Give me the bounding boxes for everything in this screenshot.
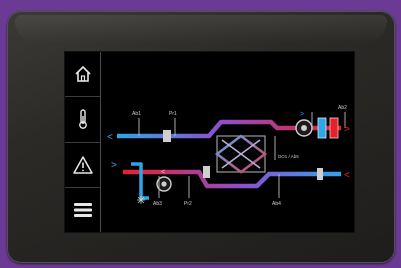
bypass-duct bbox=[131, 162, 149, 200]
bypass-label: DO1 / Ab5 bbox=[278, 154, 299, 159]
home-icon bbox=[74, 65, 91, 82]
cooling-coil[interactable] bbox=[317, 117, 327, 139]
exhaust-damper[interactable] bbox=[203, 166, 210, 178]
thermometer-icon bbox=[78, 109, 87, 130]
controller-device: < > < > > < Ab1 Pr1 Ab2 Ab3 Pr2 Ab4 DO1 … bbox=[7, 11, 395, 263]
sidebar-item-temperature[interactable] bbox=[65, 97, 100, 143]
sidebar bbox=[65, 52, 101, 232]
sensor-label-bottom-left: Ab3 bbox=[153, 201, 162, 207]
hvac-flow-diagram: < > < > > < Ab1 Pr1 Ab2 Ab3 Pr2 Ab4 DO1 … bbox=[107, 105, 350, 207]
arrow-right-bottom: < bbox=[344, 170, 350, 181]
exhaust-duct-bottom bbox=[123, 169, 341, 189]
fan-direction-supply: > bbox=[300, 111, 304, 118]
sensor-label-top-right: Ab2 bbox=[338, 105, 347, 111]
arrow-left-bottom: > bbox=[111, 160, 117, 171]
sensor-label-top-left: Ab1 bbox=[132, 111, 141, 117]
fan-direction-exhaust: < bbox=[161, 169, 165, 176]
heating-coil[interactable] bbox=[329, 117, 339, 139]
sidebar-item-alarms[interactable] bbox=[65, 143, 100, 188]
warning-icon bbox=[72, 155, 93, 174]
menu-icon bbox=[73, 202, 92, 217]
extract-filter[interactable] bbox=[317, 168, 323, 180]
sensor-label-bottom-right: Ab4 bbox=[272, 201, 281, 207]
arrow-left-top: < bbox=[107, 132, 113, 143]
supply-fan[interactable] bbox=[295, 119, 313, 137]
sidebar-item-home[interactable] bbox=[65, 52, 100, 98]
heat-exchanger bbox=[214, 134, 268, 174]
sidebar-item-menu[interactable] bbox=[65, 188, 100, 232]
bezel-highlight bbox=[15, 15, 387, 43]
sensor-label-top-mid: Pr1 bbox=[169, 111, 177, 117]
sensor-label-bottom-mid: Pr2 bbox=[184, 201, 192, 207]
touch-screen: < > < > > < Ab1 Pr1 Ab2 Ab3 Pr2 Ab4 DO1 … bbox=[64, 51, 355, 233]
outdoor-damper[interactable] bbox=[163, 130, 171, 142]
arrow-right-top: > bbox=[344, 124, 350, 135]
frost-icon bbox=[137, 196, 145, 204]
